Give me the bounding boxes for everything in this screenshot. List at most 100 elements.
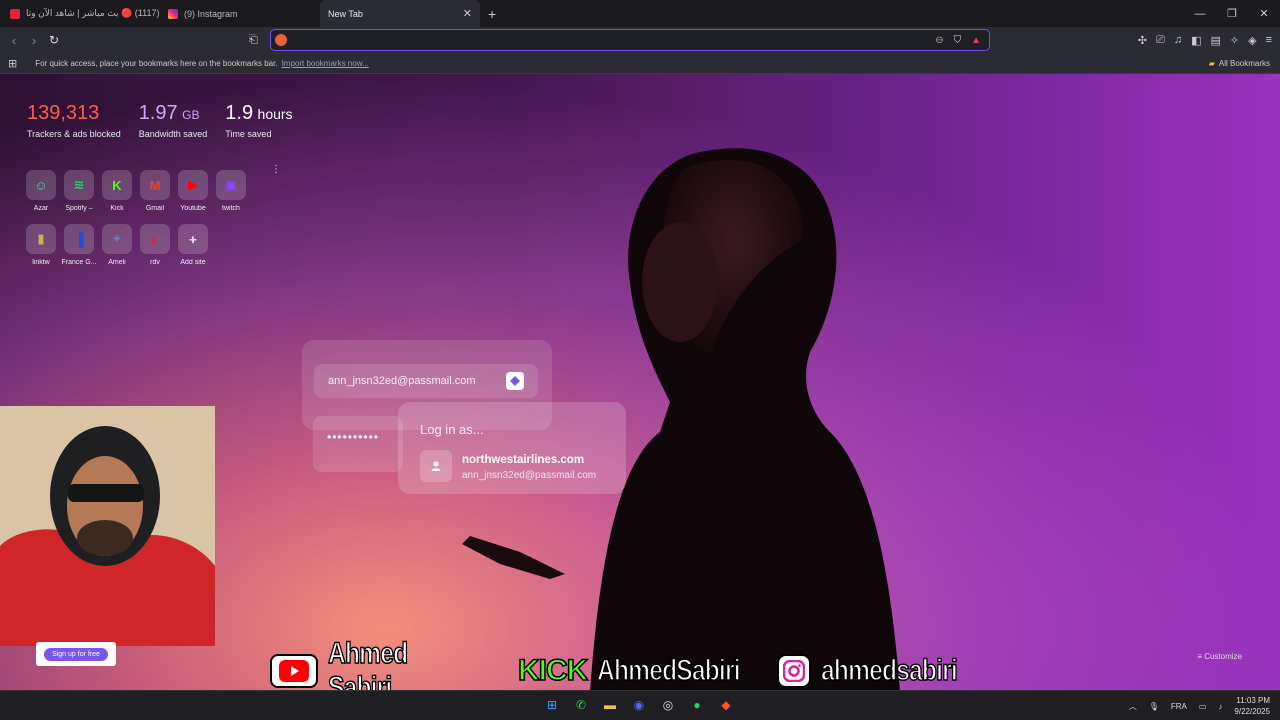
top-site-name: Kick [110, 205, 124, 212]
back-icon[interactable]: ‹ [4, 33, 24, 48]
forward-icon[interactable]: › [24, 33, 44, 48]
apps-grid-icon[interactable]: ⊞ [8, 57, 17, 70]
france-icon: ▐ [64, 224, 94, 254]
stat-number: 1.97 [138, 102, 178, 124]
tab-label: (1117) 🔴 بث مباشر | شاهد الآن وتا [26, 8, 160, 18]
close-tab-icon[interactable]: ✕ [463, 7, 472, 20]
plus-icon: + [178, 224, 208, 254]
media-icon[interactable]: ♫ [1174, 34, 1182, 46]
system-tray: ︿ 🎙 FRA ▭ ♪ 11:03 PM 9/22/2025 [1129, 691, 1270, 720]
extensions-icon[interactable]: ✣ [1138, 34, 1147, 47]
reload-icon[interactable]: ↻ [44, 33, 64, 47]
proton-pass-icon [506, 372, 524, 390]
top-sites-menu-icon[interactable]: ⋮ [271, 164, 281, 175]
discord-icon[interactable]: ◉ [629, 695, 649, 715]
toolbar: ‹ › ↻ ⎗ ⊖ ⛉ ▲ ✣ ⎚ ♫ ◧ ▤ ✧ ◈ ≡ [0, 27, 1280, 53]
top-site-tile[interactable]: ✦ Ameli [98, 224, 136, 266]
tab-label: New Tab [328, 8, 363, 19]
youtube-logo-icon [270, 654, 318, 688]
minimize-icon[interactable]: — [1184, 8, 1216, 20]
screenshot-icon[interactable]: ⎚ [1156, 34, 1165, 47]
stat-label: Trackers & ads blocked [27, 129, 121, 139]
top-site-name: linktw [32, 259, 50, 266]
top-site-tile[interactable]: ▣ twitch [212, 170, 250, 212]
instagram-handle: ahmedsabiri [821, 653, 959, 688]
bookmarks-hint: For quick access, place your bookmarks h… [35, 58, 278, 68]
stat-bandwidth: 1.97 GB Bandwidth saved [139, 102, 208, 139]
stream-banner: Ahmed Sabiri KICK AhmedSabiri ahmedsabir… [270, 636, 987, 705]
obs-icon[interactable]: ◎ [658, 695, 678, 715]
file-explorer-icon[interactable]: ▬ [600, 695, 620, 715]
stat-number: 1.9 [225, 102, 254, 124]
import-bookmarks-link[interactable]: Import bookmarks now... [282, 59, 369, 68]
restore-icon[interactable]: ❐ [1216, 7, 1248, 20]
zoom-icon[interactable]: ⊖ [935, 35, 943, 46]
wallet-icon[interactable]: ▤ [1210, 34, 1220, 47]
all-bookmarks-button[interactable]: ▰ All Bookmarks [1209, 59, 1270, 68]
top-site-tile[interactable]: ▮ linktw [22, 224, 60, 266]
whatsapp-icon[interactable]: ✆ [571, 695, 591, 715]
top-site-name: Ameli [108, 259, 126, 266]
leo-ai-icon[interactable]: ✧ [1230, 34, 1239, 47]
user-icon [420, 450, 452, 482]
top-site-tile[interactable]: ◐ rdv [136, 224, 174, 266]
customize-label: Customize [1204, 652, 1242, 661]
volume-icon[interactable]: ♪ [1218, 702, 1222, 711]
tab-instagram[interactable]: (9) Instagram [160, 0, 320, 27]
top-site-name: rdv [150, 259, 160, 266]
top-site-tile[interactable]: + Add site [174, 224, 212, 266]
mic-icon[interactable]: 🎙 [1149, 702, 1159, 711]
shields-icon[interactable]: ⛉ [954, 35, 962, 46]
brave-shield-icon [275, 34, 287, 46]
close-window-icon[interactable]: ✕ [1248, 7, 1280, 20]
vpn-icon[interactable]: ◈ [1248, 34, 1256, 47]
stat-unit: hours [257, 106, 293, 122]
rewards-icon[interactable]: ▲ [971, 35, 981, 46]
spotify-icon[interactable]: ● [687, 695, 707, 715]
clock-time: 11:03 PM [1236, 696, 1270, 705]
stat-label: Time saved [225, 129, 272, 139]
azar-icon: ☺ [26, 170, 56, 200]
tab-new-tab[interactable]: New Tab ✕ [320, 0, 480, 27]
customize-button[interactable]: ≡ Customize [1197, 652, 1242, 661]
instagram-icon [168, 8, 178, 19]
phone-hand [462, 536, 565, 579]
tab-label: (9) Instagram [184, 8, 238, 19]
network-icon[interactable]: ▭ [1199, 702, 1207, 711]
bookmark-icon[interactable]: ⎗ [249, 34, 258, 47]
promo-email-field: ann_jnsn32ed@passmail.com [314, 364, 538, 398]
top-site-tile[interactable]: ≋ Spotify – [60, 170, 98, 212]
window-controls: — ❐ ✕ [1184, 0, 1280, 27]
sidebar-icon[interactable]: ◧ [1191, 34, 1201, 47]
all-bookmarks-label: All Bookmarks [1218, 58, 1270, 68]
tab-youtube[interactable]: (1117) 🔴 بث مباشر | شاهد الآن وتا [0, 0, 160, 27]
top-site-tile[interactable]: ▶ Youtube [174, 170, 212, 212]
stat-unit: GB [182, 108, 200, 122]
top-site-tile[interactable]: ☺ Azar [22, 170, 60, 212]
screen: { "tabs": [ {"label": "(1117) 🔴 بث مباشر… [0, 0, 1280, 720]
streamer-figure [0, 406, 215, 646]
url-input[interactable] [293, 34, 893, 46]
menu-icon[interactable]: ≡ [1266, 34, 1272, 46]
kick-icon: K [102, 170, 132, 200]
spotify-icon: ≋ [64, 170, 94, 200]
brave-icon[interactable]: ◆ [716, 695, 736, 715]
tray-chevron-icon[interactable]: ︿ [1129, 701, 1137, 712]
signup-button[interactable]: Sign up for free [44, 647, 108, 661]
gmail-icon: M [140, 170, 170, 200]
top-site-tile[interactable]: ▐ France G... [60, 224, 98, 266]
windows-start-icon[interactable]: ⊞ [542, 695, 562, 715]
right-toolbar: ✣ ⎚ ♫ ◧ ▤ ✧ ◈ ≡ [1138, 27, 1272, 53]
kick-handle: AhmedSabiri [597, 653, 742, 688]
signup-promo[interactable]: Sign up for free [36, 642, 116, 666]
top-site-tile[interactable]: M Gmail [136, 170, 174, 212]
address-bar[interactable]: ⊖ ⛉ ▲ [270, 29, 990, 51]
login-suggestion-card: Log in as... northwestairlines.com ann_j… [398, 402, 626, 494]
login-title: Log in as... [420, 422, 484, 437]
kick-logo: KICK [517, 653, 589, 688]
twitch-icon: ▣ [216, 170, 246, 200]
language-indicator[interactable]: FRA [1171, 702, 1187, 711]
clock[interactable]: 11:03 PM 9/22/2025 [1234, 695, 1270, 717]
new-tab-button[interactable]: + [488, 6, 496, 22]
top-site-tile[interactable]: K Kick [98, 170, 136, 212]
